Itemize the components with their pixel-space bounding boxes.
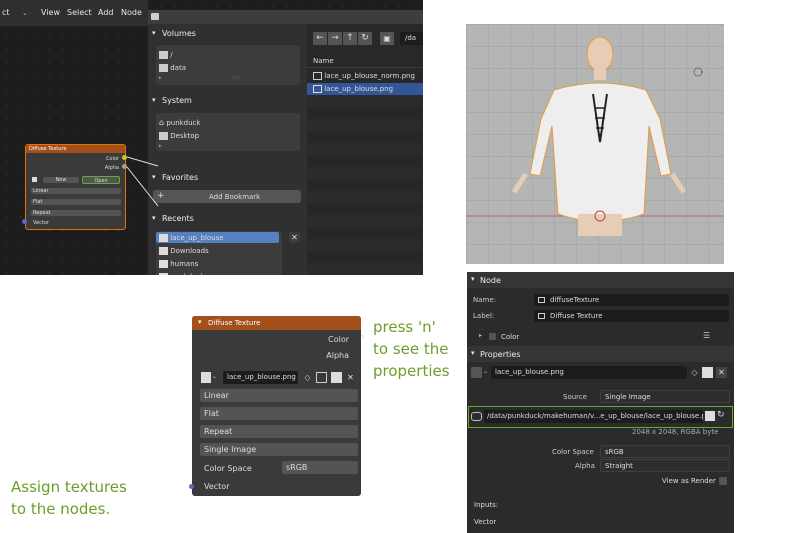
fake-user-shield-icon[interactable]: ◇ [689,367,700,378]
alpha-dropdown[interactable]: Straight [600,459,730,472]
inputs-label: Inputs: [474,501,499,509]
projection-dropdown[interactable]: Flat [200,407,358,420]
fake-user-shield-icon[interactable]: ◇ [302,372,313,383]
chevron-down-icon: ▾ [471,349,475,357]
close-icon[interactable]: ✕ [345,372,356,383]
color-checkbox[interactable] [489,333,496,340]
alpha-label: Alpha [575,462,595,470]
name-field[interactable]: diffuseTexture [534,294,729,306]
annotation-press-n: press 'n' to see the properties [373,318,450,380]
chevron-down-icon: ▾ [198,318,202,326]
zoom-node-header[interactable]: ▾ Diffuse Texture [192,316,361,330]
head [586,36,614,72]
close-icon[interactable]: ✕ [716,367,727,378]
folder-icon[interactable] [705,411,715,421]
source-dropdown[interactable]: Single Image [600,390,730,403]
list-icon[interactable]: ☰ [703,331,710,340]
image-browse-icon[interactable] [471,367,482,378]
folder-icon[interactable] [331,372,342,383]
view-as-render-checkbox[interactable] [719,477,727,485]
image-name-field[interactable]: lace_up_blouse.png [491,366,687,379]
folder-icon[interactable] [702,367,713,378]
node-properties-panel: ▾ Node Name: diffuseTexture Label: Diffu… [467,272,734,533]
annotation-assign-textures: Assign textures to the nodes. [11,478,127,518]
callout-line-favorites [126,156,159,167]
blouse [529,82,672,222]
source-label: Source [563,393,588,401]
reload-icon[interactable]: ↻ [717,410,725,420]
label-label: Label: [473,312,495,320]
filepath-field[interactable]: /data/punkduck/makehuman/v...e_up_blouse… [484,410,703,423]
vector-input-label: Vector [204,482,230,491]
node-section-header[interactable]: ▾ Node [467,272,734,288]
pack-icon[interactable] [471,412,482,421]
node-icon [538,297,545,303]
color-label: Color [501,333,520,341]
label-field[interactable]: Diffuse Texture [534,310,729,322]
color-space-dropdown[interactable]: sRGB [282,461,358,474]
image-name-field[interactable]: lace_up_blouse.png [223,371,298,384]
color-space-label: Color Space [552,448,594,456]
interpolation-dropdown[interactable]: Linear [200,389,358,402]
color-space-label: Color Space [204,464,252,473]
vector-input-label: Vector [474,518,497,526]
chevron-down-icon[interactable]: ⌄ [212,373,217,380]
duplicate-icon[interactable] [316,372,327,383]
image-resolution: 2048 x 2048, RGBA byte [632,428,719,436]
light-icon [693,67,703,77]
color-space-dropdown[interactable]: sRGB [600,445,730,458]
image-browse-icon[interactable] [201,372,211,383]
callout-line-recents [126,166,159,207]
vector-input-socket[interactable] [189,484,194,489]
output-color-label: Color [328,335,349,344]
source-dropdown[interactable]: Single Image [200,443,358,456]
3d-viewport[interactable] [466,24,724,264]
chevron-down-icon: ▾ [471,275,475,283]
label-icon [538,313,545,319]
diffuse-texture-node-zoomed[interactable]: ▾ Diffuse Texture Color Alpha ⌄ lace_up_… [192,316,361,496]
properties-section-header[interactable]: ▾ Properties [467,346,734,362]
neck [594,68,606,80]
legs [578,214,622,236]
view-as-render-label: View as Render [662,477,716,485]
output-alpha-label: Alpha [326,351,349,360]
triangle-right-icon[interactable]: ▸ [479,332,482,339]
extension-dropdown[interactable]: Repeat [200,425,358,438]
name-label: Name: [473,296,497,304]
character-model [466,36,724,236]
chevron-down-icon[interactable]: ⌄ [483,368,488,375]
